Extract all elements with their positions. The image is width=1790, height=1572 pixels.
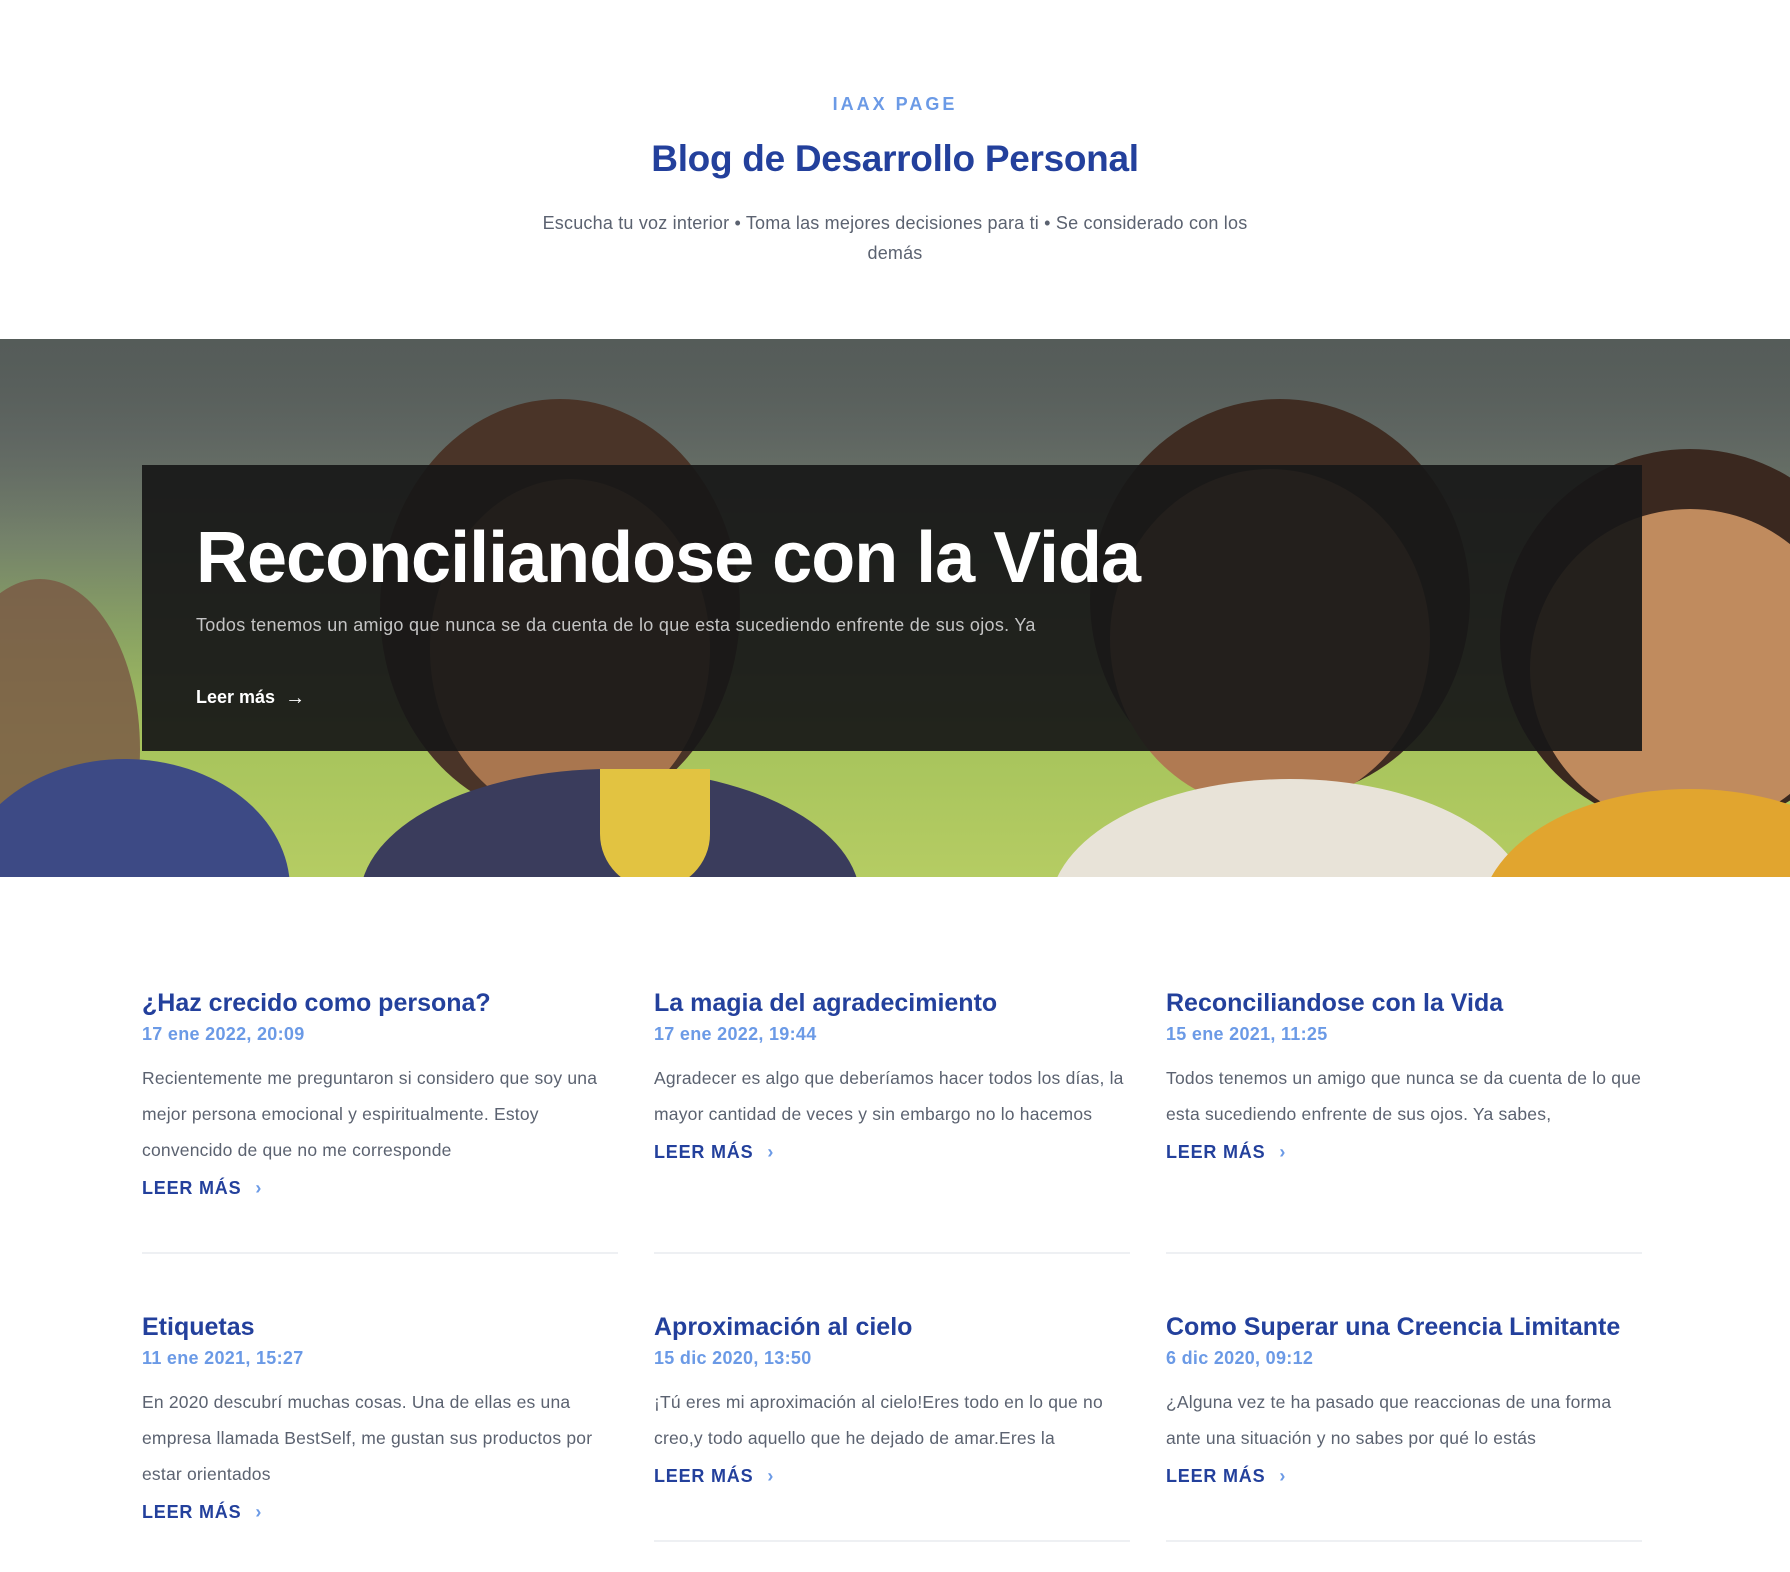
read-more-label: LEER MÁS <box>142 1502 242 1522</box>
site-header: IAAX PAGE Blog de Desarrollo Personal Es… <box>0 0 1790 339</box>
post-title[interactable]: Reconciliandose con la Vida <box>1166 987 1642 1019</box>
read-more-link[interactable]: LEER MÁS › <box>654 1466 1130 1487</box>
chevron-right-icon: › <box>1279 1142 1287 1162</box>
post-divider <box>1166 1540 1642 1542</box>
post-excerpt: ¿Alguna vez te ha pasado que reaccionas … <box>1166 1392 1612 1448</box>
chevron-right-icon: › <box>767 1142 775 1162</box>
post-card: Aproximación al cielo 15 dic 2020, 13:50… <box>654 1311 1130 1487</box>
post-title[interactable]: Aproximación al cielo <box>654 1311 1130 1343</box>
read-more-label: LEER MÁS <box>1166 1142 1266 1162</box>
post-date: 17 ene 2022, 19:44 <box>654 1024 817 1044</box>
post-excerpt: Agradecer es algo que deberíamos hacer t… <box>654 1068 1124 1124</box>
read-more-link[interactable]: LEER MÁS › <box>142 1502 618 1523</box>
post-title[interactable]: La magia del agradecimiento <box>654 987 1130 1019</box>
hero-title[interactable]: Reconciliandose con la Vida <box>196 517 1141 599</box>
hero-excerpt: Todos tenemos un amigo que nunca se da c… <box>196 615 1036 635</box>
chevron-right-icon: › <box>255 1502 263 1522</box>
post-title[interactable]: ¿Haz crecido como persona? <box>142 987 618 1019</box>
post-card: Reconciliandose con la Vida 15 ene 2021,… <box>1166 987 1642 1163</box>
read-more-link[interactable]: LEER MÁS › <box>1166 1142 1642 1163</box>
read-more-label: LEER MÁS <box>654 1466 754 1486</box>
post-date: 17 ene 2022, 20:09 <box>142 1024 305 1044</box>
post-date: 6 dic 2020, 09:12 <box>1166 1348 1314 1368</box>
read-more-label: LEER MÁS <box>1166 1466 1266 1486</box>
post-date: 11 ene 2021, 15:27 <box>142 1348 304 1368</box>
site-eyebrow[interactable]: IAAX PAGE <box>0 94 1790 115</box>
post-excerpt: Todos tenemos un amigo que nunca se da c… <box>1166 1068 1642 1124</box>
post-card: ¿Haz crecido como persona? 17 ene 2022, … <box>142 987 618 1199</box>
post-excerpt: ¡Tú eres mi aproximación al cielo!Eres t… <box>654 1392 1103 1448</box>
post-card: Etiquetas 11 ene 2021, 15:27 En 2020 des… <box>142 1311 618 1523</box>
site-title[interactable]: Blog de Desarrollo Personal <box>0 138 1790 180</box>
post-divider <box>142 1252 618 1254</box>
post-card: Como Superar una Creencia Limitante 6 di… <box>1166 1311 1642 1487</box>
post-title[interactable]: Etiquetas <box>142 1311 618 1343</box>
chevron-right-icon: › <box>255 1178 263 1198</box>
hero-read-more-label: Leer más <box>196 687 276 707</box>
read-more-label: LEER MÁS <box>654 1142 754 1162</box>
post-divider <box>1166 1252 1642 1254</box>
post-card: La magia del agradecimiento 17 ene 2022,… <box>654 987 1130 1163</box>
post-date: 15 ene 2021, 11:25 <box>1166 1024 1328 1044</box>
post-excerpt: En 2020 descubrí muchas cosas. Una de el… <box>142 1392 593 1484</box>
chevron-right-icon: › <box>1279 1466 1287 1486</box>
chevron-right-icon: › <box>767 1466 775 1486</box>
hero-banner[interactable]: Reconciliandose con la Vida Todos tenemo… <box>0 339 1790 877</box>
arrow-right-icon: → <box>285 686 306 709</box>
read-more-label: LEER MÁS <box>142 1178 242 1198</box>
site-tagline: Escucha tu voz interior • Toma las mejor… <box>542 213 1248 263</box>
read-more-link[interactable]: LEER MÁS › <box>1166 1466 1642 1487</box>
read-more-link[interactable]: LEER MÁS › <box>654 1142 1130 1163</box>
hero-read-more-link[interactable]: Leer más → <box>196 687 305 708</box>
post-date: 15 dic 2020, 13:50 <box>654 1348 812 1368</box>
hero-card: Reconciliandose con la Vida Todos tenemo… <box>142 465 1642 751</box>
post-divider <box>654 1540 1130 1542</box>
post-divider <box>654 1252 1130 1254</box>
post-excerpt: Recientemente me preguntaron si consider… <box>142 1068 598 1160</box>
read-more-link[interactable]: LEER MÁS › <box>142 1178 618 1199</box>
post-title[interactable]: Como Superar una Creencia Limitante <box>1166 1311 1642 1343</box>
